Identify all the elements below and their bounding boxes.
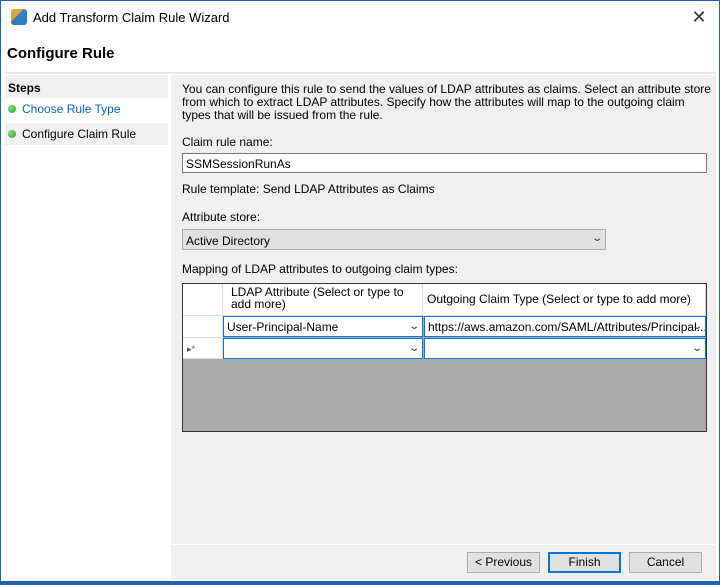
claim-type-combo[interactable]: https://aws.amazon.com/SAML/Attributes/P… <box>424 316 706 337</box>
attribute-store-value: Active Directory <box>186 234 271 248</box>
mapping-label: Mapping of LDAP attributes to outgoing c… <box>182 262 458 276</box>
steps-pane: Steps Choose Rule Type Configure Claim R… <box>5 75 168 580</box>
close-icon[interactable]: ✕ <box>687 5 711 29</box>
header-divider <box>5 72 716 74</box>
content-pane: You can configure this rule to send the … <box>171 75 716 580</box>
step-current-icon <box>8 130 16 138</box>
ldap-attribute-combo[interactable]: User-Principal-Name ⌄ <box>223 316 423 337</box>
chevron-down-icon: ⌄ <box>407 321 420 332</box>
claim-rule-name-label: Claim rule name: <box>182 135 273 149</box>
chevron-down-icon: ⌄ <box>407 343 420 354</box>
page-title: Configure Rule <box>7 45 115 62</box>
footer-divider <box>171 544 716 545</box>
step-choose-rule-type[interactable]: Choose Rule Type <box>5 98 168 120</box>
new-ldap-attribute-combo[interactable]: ⌄ <box>223 338 423 359</box>
chevron-down-icon: ⌄ <box>690 321 703 332</box>
new-row-header[interactable]: ▸* <box>183 338 223 359</box>
steps-heading: Steps <box>5 75 168 98</box>
previous-button[interactable]: < Previous <box>467 552 540 573</box>
rule-template-text: Rule template: Send LDAP Attributes as C… <box>182 182 435 196</box>
window-title: Add Transform Claim Rule Wizard <box>33 10 230 25</box>
attribute-store-select[interactable]: Active Directory ⌄ <box>182 229 606 250</box>
ldap-attribute-value: User-Principal-Name <box>227 320 339 334</box>
cancel-button[interactable]: Cancel <box>629 552 702 573</box>
finish-button[interactable]: Finish <box>548 552 621 573</box>
wizard-app-icon <box>11 9 27 25</box>
claim-type-value: https://aws.amazon.com/SAML/Attributes/P… <box>428 320 706 334</box>
column-header-claim-type[interactable]: Outgoing Claim Type (Select or type to a… <box>423 284 706 316</box>
step-label: Configure Claim Rule <box>22 127 137 141</box>
step-label: Choose Rule Type <box>22 102 121 116</box>
column-header-ldap[interactable]: LDAP Attribute (Select or type to add mo… <box>223 284 423 316</box>
mapping-grid: LDAP Attribute (Select or type to add mo… <box>182 283 707 432</box>
attribute-store-label: Attribute store: <box>182 210 261 224</box>
step-complete-icon <box>8 105 16 113</box>
description-text: You can configure this rule to send the … <box>182 82 711 122</box>
new-claim-type-combo[interactable]: ⌄ <box>424 338 706 359</box>
step-configure-claim-rule: Configure Claim Rule <box>5 123 168 145</box>
wizard-window: Add Transform Claim Rule Wizard ✕ Config… <box>0 0 720 585</box>
claim-rule-name-input[interactable]: SSMSessionRunAs <box>182 153 707 173</box>
chevron-down-icon: ⌄ <box>590 233 603 244</box>
grid-corner <box>183 284 223 316</box>
chevron-down-icon: ⌄ <box>690 343 703 354</box>
row-header[interactable] <box>183 316 223 338</box>
